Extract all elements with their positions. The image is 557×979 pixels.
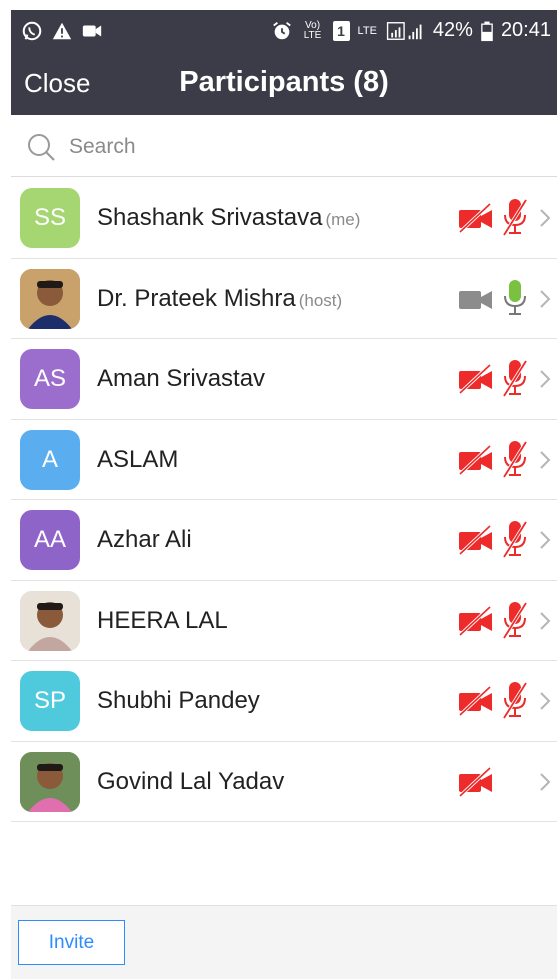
participant-row[interactable]: AS Aman Srivastav — [11, 339, 557, 420]
participant-row[interactable]: Govind Lal Yadav — [11, 742, 557, 822]
video-off-icon — [458, 444, 494, 481]
search-icon — [28, 134, 55, 161]
participant-name-text: Aman Srivastav — [97, 365, 266, 392]
top-bar: Vo) LTE 1 LTE 42% 20:41 Close Participan… — [11, 10, 557, 115]
mic-muted-icon — [501, 680, 529, 725]
participant-name: Dr. Prateek Mishra (host) — [97, 285, 342, 313]
participant-name-text: HEERA LAL — [97, 606, 228, 634]
mic-muted-icon — [501, 600, 529, 645]
participant-name-text: Govind Lal Yadav — [97, 767, 285, 795]
volte-indicator: Vo) LTE — [303, 19, 322, 41]
mic-muted-icon — [501, 519, 529, 564]
chevron-right-icon[interactable] — [538, 207, 552, 234]
avatar — [20, 590, 80, 651]
video-off-icon — [458, 766, 494, 803]
battery-percent: 42% — [432, 19, 473, 41]
participant-name: HEERA LAL — [97, 607, 228, 635]
status-bar: Vo) LTE 1 LTE 42% 20:41 — [11, 10, 557, 54]
video-off-icon — [458, 605, 494, 642]
avatar: AS — [20, 349, 80, 409]
zoom-participants-screen: Vo) LTE 1 LTE 42% 20:41 Close Participan… — [0, 0, 557, 979]
video-off-icon — [458, 363, 494, 400]
chevron-right-icon[interactable] — [538, 449, 552, 476]
participant-name-text: ASLAM — [97, 445, 179, 473]
chevron-right-icon[interactable] — [538, 529, 552, 556]
participant-name-text: Shubhi Pandey — [97, 687, 260, 714]
participant-row[interactable]: AA Azhar Ali — [11, 500, 557, 581]
participant-name-text: Dr. Prateek Mishra — [97, 284, 296, 312]
avatar — [20, 751, 80, 812]
invite-button[interactable]: Invite — [18, 920, 125, 965]
participant-list: SS Shashank Srivastava (me) Dr. Prateek Mis… — [11, 178, 557, 822]
participant-role-tag: (host) — [298, 290, 343, 310]
video-off-icon — [458, 524, 494, 561]
chevron-right-icon[interactable] — [538, 690, 552, 717]
page-title: Participants (8) — [179, 66, 389, 98]
mic-on-icon — [501, 278, 529, 323]
participant-name-text: Shashank Srivastava — [97, 204, 323, 231]
warning-icon — [52, 22, 72, 40]
participant-name: Azhar Ali — [97, 526, 192, 554]
alarm-icon — [272, 21, 291, 39]
participant-name: ASLAM — [97, 446, 178, 474]
whatsapp-icon — [22, 21, 42, 41]
avatar: SP — [20, 671, 80, 731]
search-bar[interactable]: Search — [11, 115, 557, 177]
header: Close Participants (8) — [11, 54, 557, 115]
participant-row[interactable]: SS Shashank Srivastava (me) — [11, 178, 557, 259]
participant-row[interactable]: SP Shubhi Pandey — [11, 661, 557, 742]
search-input[interactable]: Search — [69, 135, 136, 159]
participant-name: Shashank Srivastava (me) — [97, 204, 360, 232]
signal-strength-icon — [386, 21, 422, 40]
mic-muted-icon — [501, 197, 529, 242]
footer-bar: Invite — [11, 905, 557, 979]
avatar: SS — [20, 188, 80, 248]
video-off-icon — [458, 685, 494, 722]
participant-row[interactable]: A ASLAM — [11, 420, 557, 500]
participant-name: Govind Lal Yadav — [97, 768, 284, 796]
chevron-right-icon[interactable] — [538, 771, 552, 798]
avatar: AA — [20, 510, 80, 570]
participant-role-tag: (me) — [325, 210, 361, 229]
video-camera-status-icon — [82, 25, 102, 37]
lte-indicator: LTE — [357, 24, 377, 37]
mic-muted-icon — [501, 439, 529, 484]
participant-name: Aman Srivastav — [97, 365, 265, 393]
battery-icon — [481, 21, 493, 41]
chevron-right-icon[interactable] — [538, 288, 552, 315]
participant-name-text: Azhar Ali — [97, 526, 192, 553]
participant-name: Shubhi Pandey — [97, 687, 260, 715]
video-off-icon — [458, 202, 494, 239]
clock: 20:41 — [500, 19, 551, 41]
sim-indicator: 1 — [332, 20, 350, 41]
chevron-right-icon[interactable] — [538, 610, 552, 637]
participant-row[interactable]: Dr. Prateek Mishra (host) — [11, 259, 557, 339]
chevron-right-icon[interactable] — [538, 368, 552, 395]
avatar — [20, 268, 80, 329]
video-on-icon — [458, 283, 494, 320]
mic-muted-icon — [501, 358, 529, 403]
avatar: A — [20, 429, 80, 490]
left-border — [0, 0, 11, 979]
participant-row[interactable]: HEERA LAL — [11, 581, 557, 661]
